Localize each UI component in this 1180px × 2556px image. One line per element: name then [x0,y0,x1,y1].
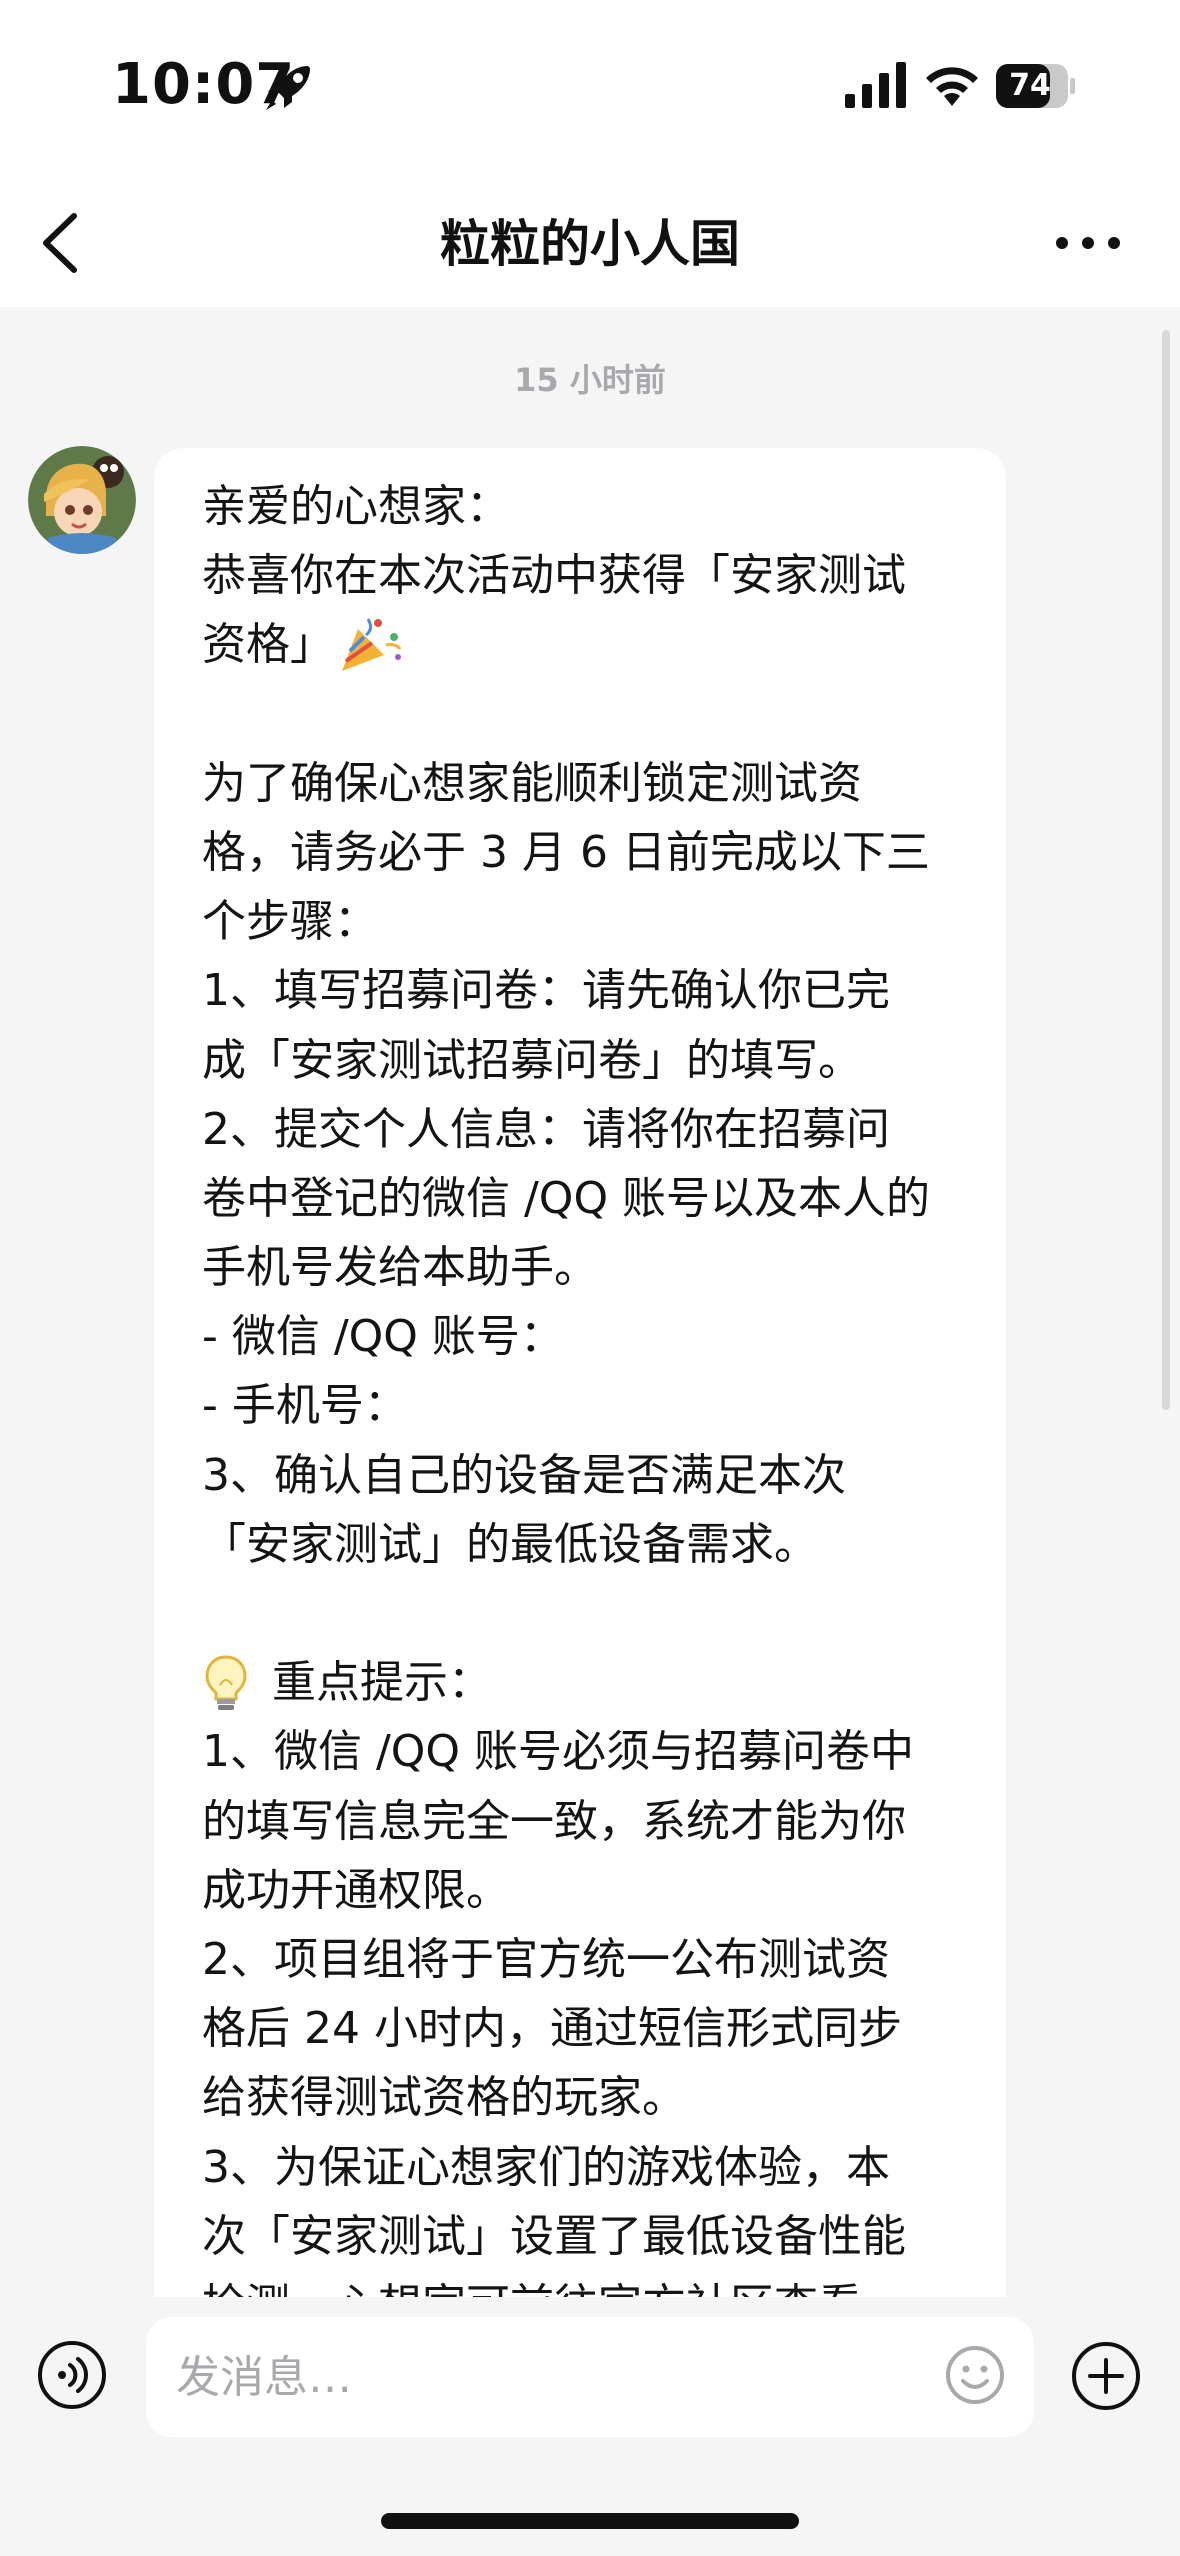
message-timestamp: 15 小时前 [514,361,666,399]
page-title: 粒粒的小人国 [440,215,740,273]
message-line: 2、提交个人信息：请将你在招募问 [202,1103,890,1155]
message-line: 卷中登记的微信 /QQ 账号以及本人的 [202,1172,931,1224]
message-line: 手机号发给本助手。 [202,1242,598,1294]
message-line: 给获得测试资格的玩家。 [202,2072,686,2124]
message-line: 格，请务必于 3 月 6 日前完成以下三 [202,826,930,878]
message-line: 为了确保心想家能顺利锁定测试资 [202,757,862,809]
emoji-icon[interactable] [944,2344,1006,2406]
home-indicator[interactable] [381,2513,799,2529]
message-line: - 手机号： [202,1380,408,1432]
message-line: 个步骤： [202,896,378,948]
message-line: 重点提示： [202,1648,982,1717]
avatar[interactable] [28,446,136,554]
message-line: 「安家测试」的最低设备需求。 [202,1518,818,1570]
message-line: 资格」 [202,610,982,679]
lightbulb-icon [205,1655,247,1710]
message-line: 2、项目组将于官方统一公布测试资 [202,1933,890,1985]
rocket-icon [266,66,310,110]
message-line: 次「安家测试」设置了最低设备性能 [202,2210,906,2262]
message-line: 格后 24 小时内，通过短信形式同步 [202,2003,902,2055]
message-text: 亲爱的心想家： 恭喜你在本次活动中获得「安家测试 资格」 为了确保心想家能顺利锁… [202,472,982,2340]
message-line: 的填写信息完全一致，系统才能为你 [202,1795,906,1847]
battery-level: 74 [1009,68,1051,103]
wifi-icon [926,67,978,106]
message-line: 1、填写招募问卷：请先确认你已完 [202,965,890,1017]
message-line: 恭喜你在本次活动中获得「安家测试 [202,550,906,602]
message-line: 成「安家测试招募问卷」的填写。 [202,1034,862,1086]
message-input-placeholder[interactable]: 发消息… [176,2348,352,2408]
message-line-text: 资格」 [202,619,334,671]
more-horizontal-icon[interactable] [1052,220,1124,266]
message-line-text: 重点提示： [272,1657,492,1709]
message-line: 成功开通权限。 [202,1864,510,1916]
voice-icon[interactable] [36,2339,108,2411]
message-line: 3、确认自己的设备是否满足本次 [202,1449,846,1501]
signal-icon [845,62,906,108]
message-line: 亲爱的心想家： [202,481,510,532]
message-line: 3、为保证心想家们的游戏体验，本 [202,2141,890,2193]
party-popper-icon [342,618,402,671]
scrollbar[interactable] [1162,330,1170,1410]
message-line: - 微信 /QQ 账号： [202,1311,564,1363]
message-line: 1、微信 /QQ 账号必须与招募问卷中 [202,1726,915,1778]
plus-icon[interactable] [1070,2340,1142,2412]
